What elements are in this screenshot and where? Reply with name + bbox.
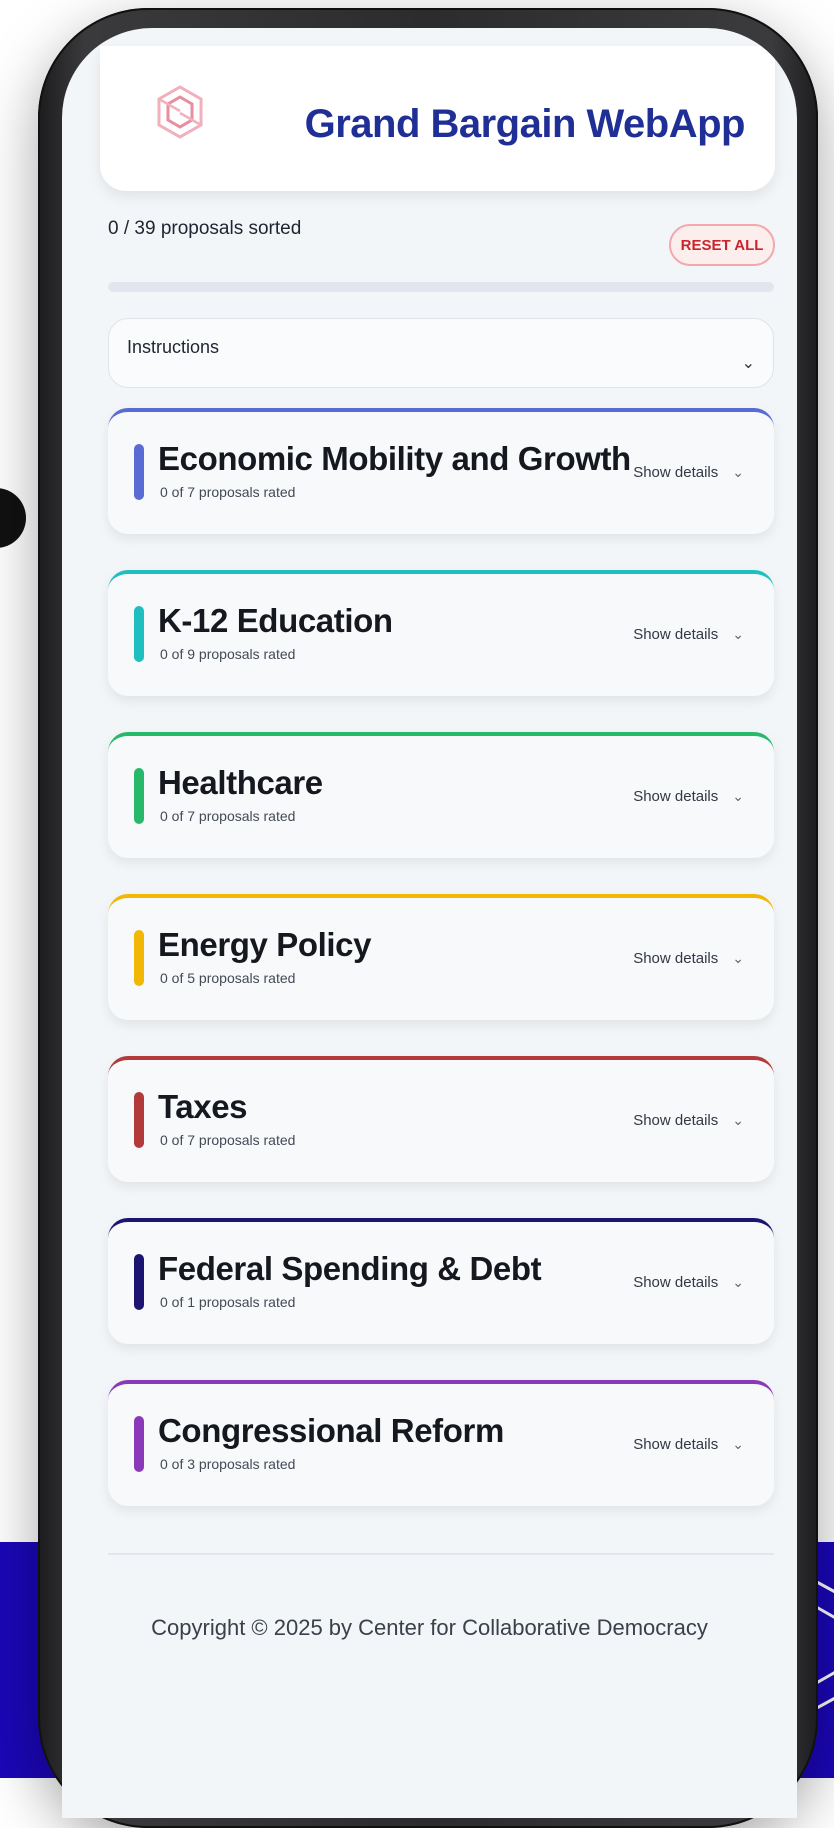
category-title: Congressional Reform [158, 1412, 504, 1449]
chevron-down-icon: ⌄ [732, 788, 744, 804]
category-title: Federal Spending & Debt [158, 1250, 542, 1287]
instructions-accordion[interactable]: Instructions ⌄ [108, 318, 774, 388]
chevron-down-icon: ⌄ [732, 950, 744, 966]
show-details-toggle[interactable]: Show details ⌄ [633, 950, 744, 967]
show-details-label: Show details [633, 464, 719, 481]
chevron-down-icon: ⌄ [732, 626, 744, 642]
category-title: K-12 Education [158, 602, 393, 639]
category-rated-count: 0 of 9 proposals rated [160, 646, 296, 662]
category-accent-bar [134, 768, 144, 824]
category-accent-bar [134, 1416, 144, 1472]
show-details-label: Show details [633, 1274, 719, 1291]
category-rated-count: 0 of 5 proposals rated [160, 970, 296, 986]
copyright-text: Copyright © 2025 by Center for Collabora… [151, 1615, 708, 1640]
reset-all-button[interactable]: RESET ALL [669, 224, 775, 266]
footer-divider [108, 1553, 774, 1555]
app-header: Grand Bargain WebApp [100, 46, 775, 191]
show-details-label: Show details [633, 1436, 719, 1453]
category-title: Energy Policy [158, 926, 372, 963]
proposals-sorted-count: 0 / 39 proposals sorted [108, 218, 302, 239]
chevron-down-icon: ⌄ [732, 464, 744, 480]
chevron-down-icon: ⌄ [732, 1274, 744, 1290]
app-screen: Grand Bargain WebApp 0 / 39 proposals so… [62, 28, 797, 1818]
show-details-toggle[interactable]: Show details ⌄ [633, 626, 744, 643]
category-rated-count: 0 of 7 proposals rated [160, 484, 296, 500]
chevron-down-icon: ⌄ [732, 1112, 744, 1128]
category-accent-bar [134, 444, 144, 500]
instructions-label: Instructions [127, 337, 220, 357]
show-details-label: Show details [633, 1112, 719, 1129]
chevron-down-icon: ⌄ [732, 1436, 744, 1452]
category-rated-count: 0 of 7 proposals rated [160, 808, 296, 824]
category-accent-bar [134, 606, 144, 662]
category-title: Healthcare [158, 764, 323, 801]
category-accent-bar [134, 1254, 144, 1310]
category-card[interactable]: Congressional Reform 0 of 3 proposals ra… [108, 1380, 774, 1506]
chevron-down-icon: ⌄ [741, 355, 755, 372]
sorting-progress-bar [108, 282, 774, 292]
category-accent-bar [134, 930, 144, 986]
show-details-label: Show details [633, 626, 719, 643]
category-rated-count: 0 of 3 proposals rated [160, 1456, 296, 1472]
category-card[interactable]: Federal Spending & Debt 0 of 1 proposals… [108, 1218, 774, 1344]
category-card[interactable]: Economic Mobility and Growth 0 of 7 prop… [108, 408, 774, 534]
show-details-toggle[interactable]: Show details ⌄ [633, 1112, 744, 1129]
category-card[interactable]: Taxes 0 of 7 proposals rated Show detail… [108, 1056, 774, 1182]
show-details-label: Show details [633, 788, 719, 805]
show-details-toggle[interactable]: Show details ⌄ [633, 1436, 744, 1453]
hexagon-knot-logo-icon[interactable] [155, 84, 205, 140]
category-accent-bar [134, 1092, 144, 1148]
category-card[interactable]: K-12 Education 0 of 9 proposals rated Sh… [108, 570, 774, 696]
show-details-toggle[interactable]: Show details ⌄ [633, 788, 744, 805]
category-list: Economic Mobility and Growth 0 of 7 prop… [108, 408, 774, 1542]
decorative-shape [0, 488, 26, 548]
category-title: Economic Mobility and Growth [158, 440, 631, 477]
show-details-toggle[interactable]: Show details ⌄ [633, 464, 744, 481]
show-details-toggle[interactable]: Show details ⌄ [633, 1274, 744, 1291]
category-rated-count: 0 of 7 proposals rated [160, 1132, 296, 1148]
app-title: Grand Bargain WebApp [304, 102, 746, 146]
category-card[interactable]: Energy Policy 0 of 5 proposals rated Sho… [108, 894, 774, 1020]
category-rated-count: 0 of 1 proposals rated [160, 1294, 296, 1310]
category-card[interactable]: Healthcare 0 of 7 proposals rated Show d… [108, 732, 774, 858]
category-title: Taxes [158, 1088, 248, 1125]
show-details-label: Show details [633, 950, 719, 967]
